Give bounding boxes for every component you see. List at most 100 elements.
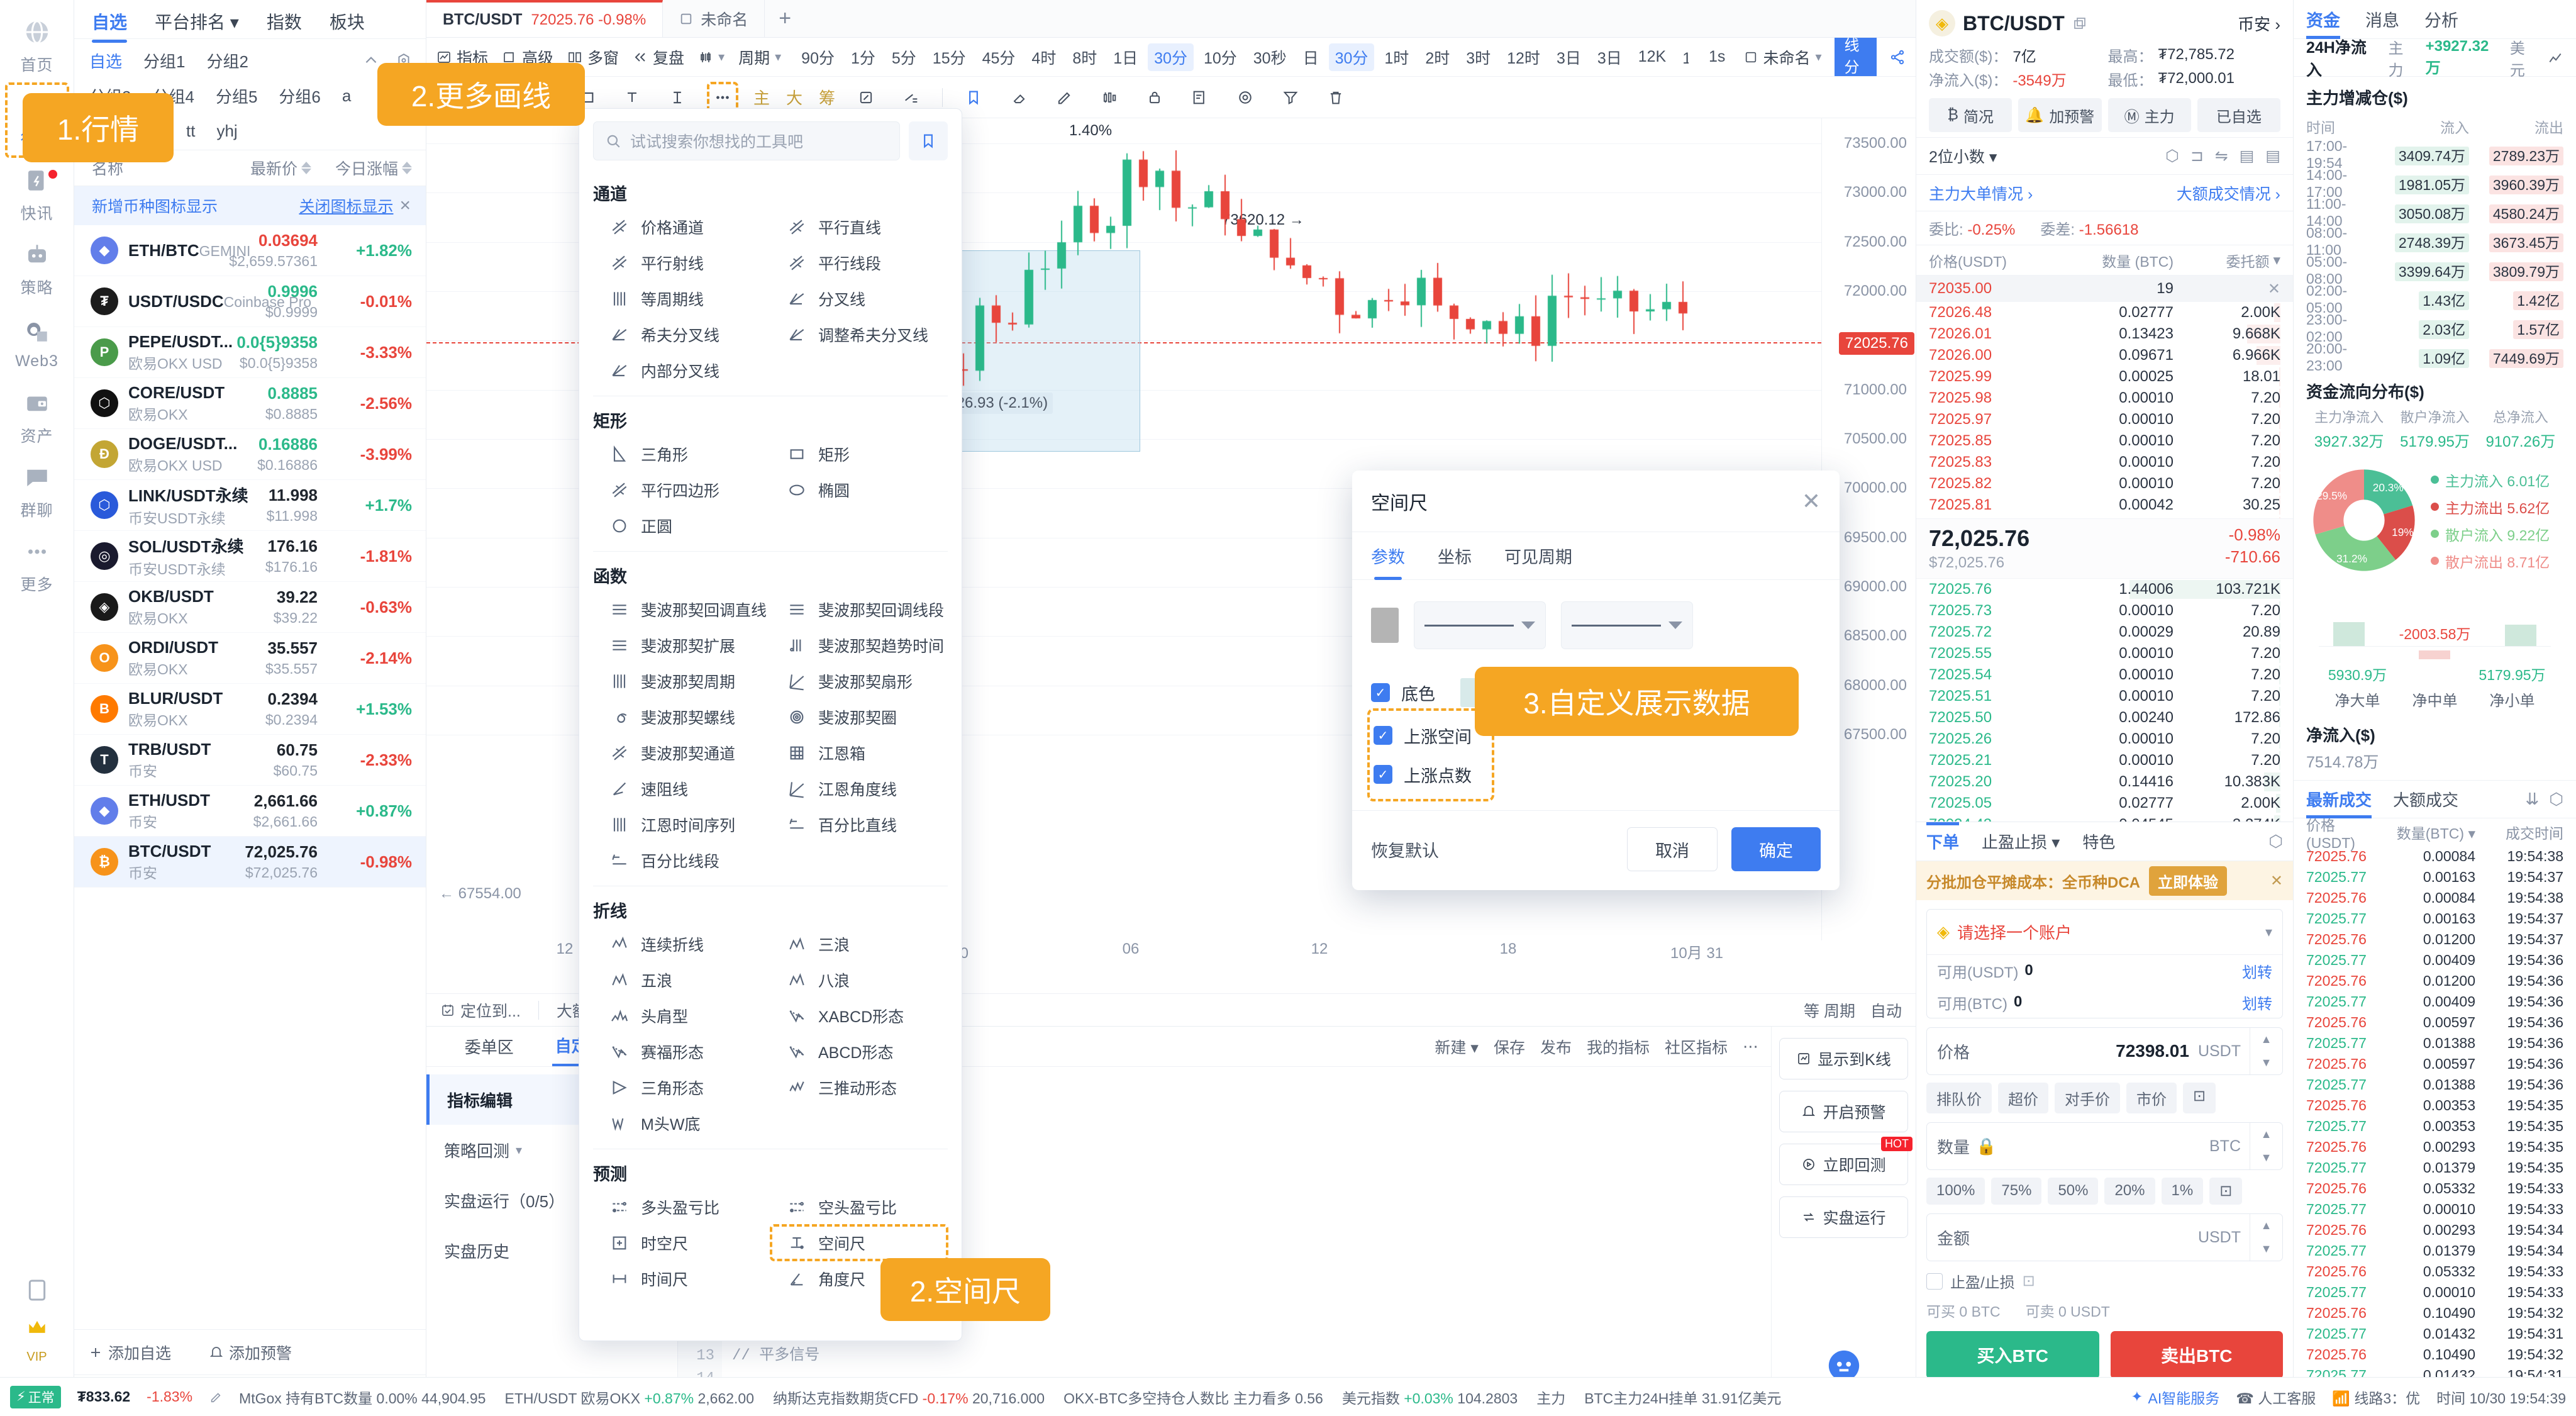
tab-features[interactable]: 特色 bbox=[2082, 830, 2115, 853]
lock-icon[interactable] bbox=[1140, 83, 1169, 112]
trades-col-amount[interactable]: 数量(BTC) ▾ bbox=[2381, 822, 2475, 843]
dialog-tab-periods[interactable]: 可见周期 bbox=[1504, 532, 1572, 580]
period-12时[interactable]: 12时 bbox=[1501, 43, 1546, 71]
tool-fib-period[interactable]: 斐波那契周期 bbox=[593, 663, 770, 699]
period-12K[interactable]: 12K bbox=[1632, 45, 1672, 69]
trade-row[interactable]: 72025.77 0.00353 19:54:35 bbox=[2294, 1116, 2576, 1137]
large-chip-label[interactable]: 大 bbox=[786, 86, 802, 109]
dca-promo-close[interactable]: ✕ bbox=[2270, 872, 2283, 890]
enable-alert-button[interactable]: 开启预警 bbox=[1779, 1091, 1908, 1132]
script-more-icon[interactable]: ⋯ bbox=[1743, 1037, 1758, 1056]
human-support-link[interactable]: ☎ 人工客服 bbox=[2236, 1386, 2316, 1408]
group-yhj[interactable]: yhj bbox=[216, 121, 237, 141]
expand-icon[interactable]: ⊐ bbox=[2190, 147, 2204, 165]
tool-circle[interactable]: 正圆 bbox=[593, 508, 770, 544]
eraser-icon[interactable] bbox=[1004, 83, 1033, 112]
add-tab-button[interactable]: + bbox=[765, 0, 805, 37]
period-45分[interactable]: 45分 bbox=[976, 43, 1022, 71]
trade-row[interactable]: 72025.76 0.00084 19:54:38 bbox=[2294, 846, 2576, 867]
space-ruler-toolbar-icon[interactable] bbox=[663, 83, 692, 112]
toolbar-untitled-chip[interactable]: 未命名 ▾ bbox=[1744, 46, 1822, 69]
script-community[interactable]: 社区指标 bbox=[1665, 1035, 1728, 1058]
group-a[interactable]: a bbox=[342, 86, 351, 106]
chip-市价[interactable]: 市价 bbox=[2126, 1083, 2177, 1113]
chip-50%[interactable]: 50% bbox=[2048, 1178, 2099, 1205]
tool-long-rr[interactable]: 多头盈亏比 bbox=[593, 1189, 770, 1225]
auto-scale-button[interactable]: 自动 bbox=[1870, 999, 1902, 1022]
trade-row[interactable]: 72025.77 0.00409 19:54:36 bbox=[2294, 991, 2576, 1012]
tool-inside-pitchfork[interactable]: 内部分叉线 bbox=[593, 352, 770, 388]
trade-row[interactable]: 72025.77 0.00010 19:54:33 bbox=[2294, 1282, 2576, 1303]
tool-percent-segment[interactable]: 百分比线段 bbox=[593, 842, 770, 878]
settings-gear-icon[interactable]: ⬡ bbox=[2165, 147, 2179, 165]
tab-place-order[interactable]: 下单 bbox=[1926, 822, 1960, 861]
period-8时[interactable]: 8时 bbox=[1066, 43, 1103, 71]
tools-search-input[interactable]: 试试搜索你想找的工具吧 bbox=[593, 121, 900, 160]
tool-fib-trend-time[interactable]: 斐波那契趋势时间 bbox=[770, 627, 948, 663]
total-input[interactable]: 金额 USDT ▲ ▼ bbox=[1926, 1213, 2283, 1261]
dialog-tab-params[interactable]: 参数 bbox=[1371, 532, 1405, 580]
period-summary[interactable]: 等 周期 bbox=[1804, 999, 1855, 1022]
amount-step-down[interactable]: ▼ bbox=[2250, 1146, 2282, 1169]
script-save[interactable]: 保存 bbox=[1494, 1035, 1525, 1058]
sidebar-item-home[interactable]: 首页 bbox=[6, 9, 69, 83]
total-step-up[interactable]: ▲ bbox=[2250, 1214, 2282, 1237]
chart-icon[interactable] bbox=[2547, 50, 2563, 66]
orderbook-row[interactable]: 72024.42 0.04545 3.274K bbox=[1916, 814, 2293, 822]
trade-row[interactable]: 72025.76 0.00597 19:54:36 bbox=[2294, 1054, 2576, 1074]
tab-watchlist[interactable]: 自选 bbox=[92, 9, 128, 43]
tool-polyline[interactable]: 连续折线 bbox=[593, 926, 770, 962]
line-color-swatch[interactable] bbox=[1371, 608, 1399, 643]
tool-fib-circle[interactable]: 斐波那契圈 bbox=[770, 699, 948, 735]
watchlist-row[interactable]: ₿ BTC/USDT 币安 72,025.76 $72,025.76 -0.98% bbox=[74, 837, 426, 888]
orderbook-row[interactable]: 72026.01 0.13423 9.668K bbox=[1916, 323, 2293, 345]
chip-排队价[interactable]: 排队价 bbox=[1926, 1083, 1992, 1113]
period-日[interactable]: 日 bbox=[1297, 43, 1325, 71]
tool-wave3[interactable]: 三浪 bbox=[770, 926, 948, 962]
network-status[interactable]: 📶 线路3：优 bbox=[2332, 1386, 2420, 1408]
trade-row[interactable]: 72025.76 0.00293 19:54:35 bbox=[2294, 1137, 2576, 1157]
orderbook-row[interactable]: 72025.99 0.00025 18.01 bbox=[1916, 366, 2293, 387]
bgcolor-checkbox[interactable]: ✓ bbox=[1371, 683, 1390, 702]
trade-row[interactable]: 72025.77 0.01388 19:54:36 bbox=[2294, 1074, 2576, 1095]
orderbook-row[interactable]: 72025.97 0.00010 7.20 bbox=[1916, 409, 2293, 430]
sort-desc-icon[interactable]: ⇊ bbox=[2526, 789, 2540, 809]
group-2[interactable]: 分组2 bbox=[206, 49, 248, 72]
tool-pitchfork[interactable]: 分叉线 bbox=[770, 281, 948, 316]
tools-groups[interactable]: 通道 价格通道 平行直线 平行射线 平行线段 等周期线 分叉线 希夫分叉线 调整希夫分叉线 内部分… bbox=[579, 169, 962, 1341]
trade-row[interactable]: 72025.77 0.01379 19:54:35 bbox=[2294, 1157, 2576, 1178]
add-alert-button-ob[interactable]: 🔔 加预警 bbox=[2018, 98, 2102, 132]
orderbook-row[interactable]: 72025.50 0.00240 172.86 bbox=[1916, 707, 2293, 728]
trade-row[interactable]: 72025.76 0.10490 19:54:32 bbox=[2294, 1303, 2576, 1324]
big-trades-link[interactable]: 大额成交情况 › bbox=[2177, 182, 2280, 204]
tab-sector[interactable]: 板块 bbox=[330, 9, 365, 43]
kline-analysis-button[interactable]: K线分析 bbox=[1834, 38, 1877, 76]
orderbook-row[interactable]: 72035.00 19 ✕ bbox=[1916, 276, 2293, 302]
more-drawing-tools-button[interactable] bbox=[707, 81, 738, 113]
chip-超价[interactable]: 超价 bbox=[1998, 1083, 2048, 1113]
sidebar-item-web3[interactable]: Web3 bbox=[6, 306, 69, 380]
trades-rows[interactable]: 72025.76 0.00084 19:54:38 72025.77 0.0016… bbox=[2294, 846, 2576, 1416]
tool-fib-channel[interactable]: 斐波那契通道 bbox=[593, 735, 770, 771]
account-selector[interactable]: ◈ 请选择一个账户 ▾ bbox=[1927, 910, 2282, 955]
period-15分[interactable]: 15分 bbox=[926, 43, 972, 71]
in-watchlist-button[interactable]: 已自选 bbox=[2197, 98, 2280, 132]
amount-step-up[interactable]: ▲ bbox=[2250, 1123, 2282, 1146]
orderbook-row[interactable]: 72025.83 0.00010 7.20 bbox=[1916, 452, 2293, 473]
tool-ellipse[interactable]: 椭圆 bbox=[770, 472, 948, 508]
trade-row[interactable]: 72025.77 0.00010 19:54:33 bbox=[2294, 1199, 2576, 1220]
tool-parallel-ray[interactable]: 平行射线 bbox=[593, 245, 770, 281]
sort-icon-price[interactable] bbox=[301, 162, 311, 174]
orderbook-row[interactable]: 72026.00 0.09671 6.966K bbox=[1916, 345, 2293, 366]
period-1s[interactable]: 1s bbox=[1702, 45, 1731, 69]
orderbook-row[interactable]: 72025.21 0.00010 7.20 bbox=[1916, 750, 2293, 771]
chip-1%[interactable]: 1% bbox=[2161, 1178, 2204, 1205]
period-1分[interactable]: 1分 bbox=[845, 43, 882, 71]
tool-triangle[interactable]: 三角形 bbox=[593, 436, 770, 472]
tab-index[interactable]: 指数 bbox=[267, 9, 302, 43]
group-6[interactable]: 分组6 bbox=[279, 84, 320, 108]
settings-icon[interactable] bbox=[1231, 83, 1260, 112]
sell-button[interactable]: 卖出BTC bbox=[2110, 1331, 2283, 1379]
tool-parallel-channel[interactable]: 价格通道 bbox=[593, 209, 770, 245]
tool-fib-fan[interactable]: 斐波那契扇形 bbox=[770, 663, 948, 699]
